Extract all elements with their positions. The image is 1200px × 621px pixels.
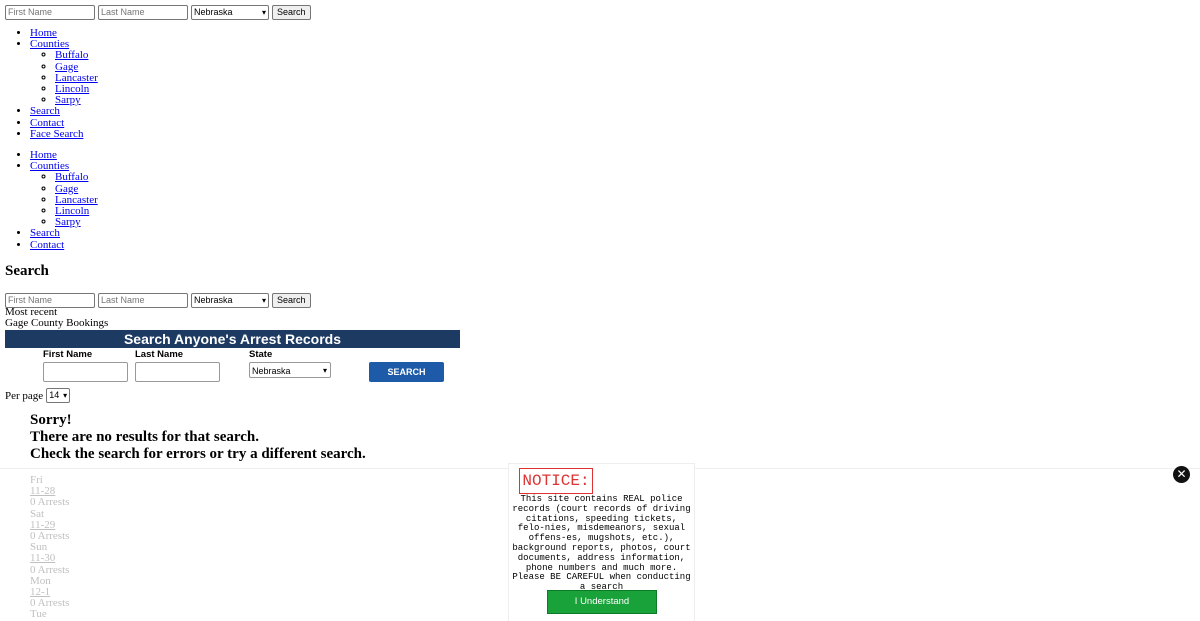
- nav-item-contact: Contact: [30, 239, 98, 251]
- page-title: Search: [5, 263, 49, 279]
- day-item: Sun 11-30 0 Arrests: [30, 542, 69, 576]
- nav-link-county[interactable]: Sarpy: [55, 94, 81, 106]
- nav-item-county: Sarpy: [55, 95, 98, 106]
- last-name-label: Last Name: [135, 349, 184, 360]
- nav-link-county[interactable]: Lincoln: [55, 83, 89, 95]
- day-item: Tue: [30, 609, 69, 620]
- arrest-search-button[interactable]: SEARCH: [369, 362, 444, 382]
- first-name-label: First Name: [43, 349, 93, 360]
- nav-link-county[interactable]: Gage: [55, 61, 78, 73]
- day-date-link[interactable]: 12-1: [30, 586, 50, 598]
- day-weekday: Tue: [30, 608, 47, 621]
- nav-link-search[interactable]: Search: [30, 227, 60, 239]
- arrest-first-name-input[interactable]: [43, 362, 128, 382]
- state-label: State: [249, 349, 273, 360]
- day-date-link[interactable]: 11-28: [30, 485, 55, 497]
- arrest-search-header: Search Anyone's Arrest Records: [5, 330, 460, 348]
- chevron-down-icon: ▾: [322, 366, 327, 375]
- nav-link-county[interactable]: Lancaster: [55, 72, 98, 84]
- arrest-last-name-input[interactable]: [135, 362, 220, 382]
- nav-link-face-search[interactable]: Face Search: [30, 128, 83, 140]
- first-name-input[interactable]: First Name: [5, 5, 95, 20]
- per-page-select[interactable]: 14 ▾: [46, 388, 71, 403]
- counties-submenu: Buffalo Gage Lancaster Lincoln Sarpy: [30, 50, 98, 106]
- main-nav: Home Counties Buffalo Gage Lancaster Lin…: [30, 27, 98, 140]
- nav-link-county[interactable]: Buffalo: [55, 49, 88, 61]
- i-understand-button[interactable]: I Understand: [547, 590, 657, 614]
- nav-link-county[interactable]: Buffalo: [55, 171, 88, 183]
- day-arrest-count: 0 Arrests: [30, 496, 70, 509]
- nav-link-county[interactable]: Lancaster: [55, 194, 98, 206]
- nav-item-county: Sarpy: [55, 217, 98, 228]
- no-results-line2: There are no results for that search.: [30, 429, 260, 445]
- counties-submenu: Buffalo Gage Lancaster Lincoln Sarpy: [30, 172, 98, 228]
- nav-link-county[interactable]: Lincoln: [55, 205, 89, 217]
- nav-link-county[interactable]: Gage: [55, 183, 78, 195]
- notice-body: This site contains REAL police records (…: [512, 494, 691, 593]
- bookings-title: Gage County Bookings: [5, 317, 109, 329]
- no-results-line3: Check the search for errors or try a dif…: [30, 446, 366, 462]
- chevron-down-icon: ▾: [261, 8, 266, 17]
- nav-link-counties[interactable]: Counties: [30, 160, 69, 172]
- arrest-state-value: Nebraska: [252, 366, 291, 376]
- per-page-label: Per page: [5, 389, 44, 402]
- days-list: Fri 11-28 0 Arrests Sat 11-29 0 Arrests …: [30, 474, 70, 621]
- secondary-nav: Home Counties Buffalo Gage Lancaster Lin…: [30, 149, 98, 251]
- chevron-down-icon: ▾: [63, 391, 68, 400]
- top-search-form: First Name Last Name Nebraska ▾ Search: [5, 5, 311, 20]
- per-page-value: 14: [49, 390, 60, 400]
- day-item: Fri 11-28 0 Arrests: [30, 474, 70, 509]
- nav-link-search[interactable]: Search: [30, 105, 60, 117]
- search-button[interactable]: Search: [272, 5, 311, 20]
- notice-title: NOTICE:: [519, 468, 593, 494]
- chevron-down-icon: ▾: [261, 296, 266, 305]
- day-date-link[interactable]: 11-29: [30, 519, 55, 531]
- last-name-input[interactable]: Last Name: [98, 293, 188, 308]
- per-page-control: Per page 14 ▾: [5, 388, 71, 403]
- day-item: Sat 11-29 0 Arrests: [30, 508, 69, 543]
- arrest-state-select[interactable]: Nebraska ▾: [249, 362, 331, 378]
- nav-link-counties[interactable]: Counties: [30, 38, 69, 50]
- state-select-value: Nebraska: [194, 295, 233, 305]
- nav-item-face-search: Face Search: [30, 128, 98, 140]
- no-results-message: Sorry! There are no results for that sea…: [30, 412, 366, 463]
- search-button[interactable]: Search: [272, 293, 311, 308]
- last-name-input[interactable]: Last Name: [98, 5, 188, 20]
- notice-modal: NOTICE: This site contains REAL police r…: [508, 463, 695, 621]
- nav-item-counties: Counties Buffalo Gage Lancaster Lincoln …: [30, 161, 98, 228]
- state-select-value: Nebraska: [194, 7, 233, 17]
- nav-link-county[interactable]: Sarpy: [55, 216, 81, 228]
- no-results-line1: Sorry!: [30, 412, 72, 428]
- day-date-link[interactable]: 11-30: [30, 552, 55, 564]
- day-item: Mon 12-1 0 Arrests: [30, 575, 69, 610]
- nav-link-contact[interactable]: Contact: [30, 239, 64, 251]
- nav-link-home[interactable]: Home: [30, 149, 57, 161]
- nav-item-counties: Counties Buffalo Gage Lancaster Lincoln …: [30, 39, 98, 106]
- state-select[interactable]: Nebraska ▾: [191, 293, 269, 308]
- state-select[interactable]: Nebraska ▾: [191, 5, 269, 20]
- nav-link-contact[interactable]: Contact: [30, 117, 64, 129]
- nav-link-home[interactable]: Home: [30, 27, 57, 39]
- close-icon[interactable]: ✕: [1173, 466, 1190, 483]
